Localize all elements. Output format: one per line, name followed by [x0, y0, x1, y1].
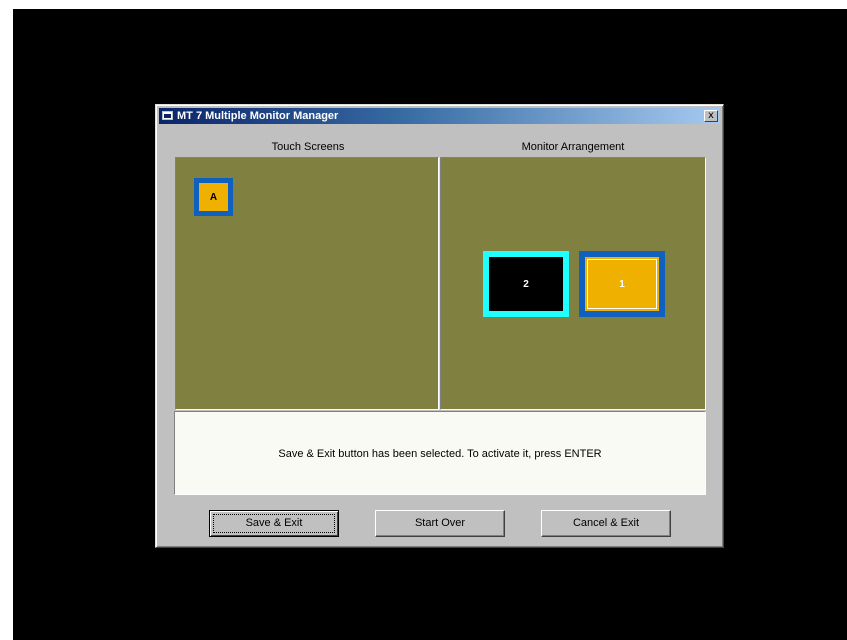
touch-screen-tile-a[interactable]: A	[194, 178, 233, 216]
touch-screens-panel: A	[175, 157, 439, 410]
status-message: Save & Exit button has been selected. To…	[278, 448, 602, 460]
status-message-box: Save & Exit button has been selected. To…	[174, 411, 706, 495]
close-button[interactable]: x	[704, 110, 718, 122]
save-exit-button[interactable]: Save & Exit	[209, 510, 339, 537]
monitor-tile-1-highlight	[587, 259, 657, 309]
app-window-icon	[162, 111, 173, 120]
focus-rectangle	[213, 514, 335, 533]
start-over-button[interactable]: Start Over	[375, 510, 505, 537]
title-bar[interactable]: MT 7 Multiple Monitor Manager x	[159, 108, 720, 124]
window-title: MT 7 Multiple Monitor Manager	[177, 110, 339, 122]
monitor-tile-1[interactable]: 1	[579, 251, 665, 317]
touch-screens-heading: Touch Screens	[271, 141, 345, 153]
monitor-tile-2[interactable]: 2	[483, 251, 569, 317]
monitor-arrangement-heading: Monitor Arrangement	[521, 141, 625, 153]
monitor-arrangement-panel: 2 1	[440, 157, 706, 410]
monitor-manager-dialog: MT 7 Multiple Monitor Manager x Touch Sc…	[155, 104, 724, 548]
monitor-tile-2-label: 2	[523, 278, 529, 290]
cancel-exit-button[interactable]: Cancel & Exit	[541, 510, 671, 537]
